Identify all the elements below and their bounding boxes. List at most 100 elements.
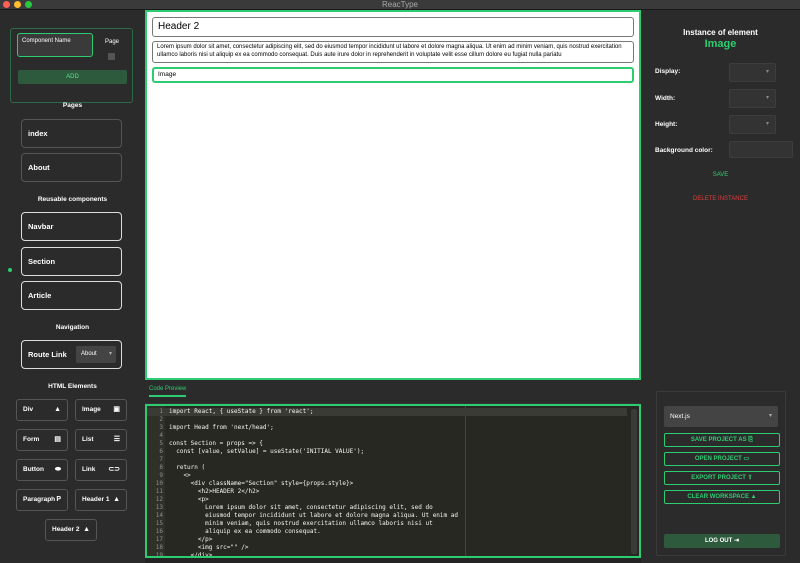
code-line: 8 return ( [147, 464, 627, 472]
code-editor[interactable]: 1 import React, { useState } from 'react'… [145, 404, 641, 558]
clear-workspace-label: CLEAR WORKSPACE [687, 494, 749, 500]
clear-workspace-button[interactable]: CLEAR WORKSPACE ▲ [664, 490, 780, 504]
line-number: 7 [159, 456, 163, 463]
line-number: 1 [159, 408, 163, 415]
code-line: 15 minim veniam, quis nostrud exercitati… [147, 520, 627, 528]
line-number: 9 [159, 472, 163, 479]
code-preview-header: Code Preview [145, 380, 641, 404]
html-element-header2[interactable]: Header 2 ▲ [45, 519, 97, 541]
logout-button[interactable]: LOG OUT ⇥ [664, 534, 780, 548]
background-color-label: Background color: [655, 147, 713, 154]
save-icon: ⎘ [748, 437, 754, 443]
export-icon: ⇪ [747, 475, 753, 481]
line-number: 14 [155, 512, 163, 519]
image-icon: ▣ [113, 406, 120, 413]
code-text: const [value, setValue] = useState('INIT… [169, 448, 365, 455]
code-line: 13 Lorem ipsum dolor sit amet, consectet… [147, 504, 627, 512]
html-element-image[interactable]: Image ▣ [75, 399, 127, 421]
canvas-area[interactable]: Header 2 Lorem ipsum dolor sit amet, con… [145, 10, 641, 380]
canvas-paragraph-element[interactable]: Lorem ipsum dolor sit amet, consectetur … [152, 41, 634, 63]
html-element-label: Header 2 [52, 526, 80, 533]
route-link-element[interactable]: Route Link About [21, 340, 122, 369]
right-panel: Instance of element Image Display: ▾ Wid… [641, 10, 800, 563]
code-text: aliquip ex ea commodo consequat. [169, 528, 321, 535]
code-text: </p> [169, 536, 213, 543]
component-item-article[interactable]: Article [21, 281, 122, 310]
code-scrollbar[interactable] [631, 409, 637, 554]
line-number: 10 [155, 480, 163, 487]
html-element-paragraph[interactable]: Paragraph P [16, 489, 68, 511]
background-color-input[interactable] [729, 141, 793, 158]
logout-icon: ⇥ [733, 538, 740, 544]
page-item-index[interactable]: index [21, 119, 122, 148]
display-select[interactable]: ▾ [729, 63, 776, 82]
instance-title: Instance of element [683, 28, 758, 37]
code-line: 12 <p> [147, 496, 627, 504]
code-line: 11 <h2>HEADER 2</h2> [147, 488, 627, 496]
component-item-navbar[interactable]: Navbar [21, 212, 122, 241]
folder-icon: ▭ [743, 456, 750, 462]
code-text: eiusmod tempor incididunt ut labore et d… [169, 512, 458, 519]
line-number: 8 [159, 464, 163, 471]
line-number: 2 [159, 416, 163, 423]
code-text: minim veniam, quis nostrud exercitation … [169, 520, 433, 527]
html-element-div[interactable]: Div ▲ [16, 399, 68, 421]
add-component-button[interactable]: ADD [18, 70, 127, 84]
chevron-down-icon: ▾ [765, 121, 769, 127]
route-link-select[interactable]: About [76, 346, 116, 363]
html-element-button[interactable]: Button ⬬ [16, 459, 68, 481]
code-line: 3 import Head from 'next/head'; [147, 424, 627, 432]
left-panel: Component Name Page ADD Pages index Abou… [0, 10, 145, 563]
line-number: 3 [159, 424, 163, 431]
page-checkbox[interactable] [108, 53, 115, 60]
code-text: <div className="Section" style={props.st… [169, 480, 354, 487]
save-instance-button[interactable]: SAVE [641, 172, 800, 178]
width-label: Width: [655, 95, 676, 102]
html-element-label: Paragraph [23, 496, 56, 503]
line-number: 19 [155, 552, 163, 558]
delete-instance-button[interactable]: DELETE INSTANCE [641, 196, 800, 202]
open-project-button[interactable]: OPEN PROJECT ▭ [664, 452, 780, 466]
display-label: Display: [655, 68, 681, 75]
save-project-as-button[interactable]: SAVE PROJECT AS ⎘ [664, 433, 780, 447]
tab-code-preview[interactable]: Code Preview [149, 386, 187, 397]
html-elements-heading: HTML Elements [48, 383, 97, 390]
form-icon: ▤ [54, 436, 61, 443]
html-element-header1[interactable]: Header 1 ▲ [75, 489, 127, 511]
html-element-list[interactable]: List ☰ [75, 429, 127, 451]
code-text: Lorem ipsum dolor sit amet, consectetur … [169, 504, 433, 511]
code-line: 16 aliquip ex ea commodo consequat. [147, 528, 627, 536]
height-input[interactable]: ▾ [729, 115, 776, 134]
page-item-about[interactable]: About [21, 153, 122, 182]
line-number: 6 [159, 448, 163, 455]
html-element-label: Button [23, 466, 44, 473]
code-line: 5 const Section = props => { [147, 440, 627, 448]
canvas-image-element[interactable]: Image [152, 67, 634, 83]
instance-element-name: Image [704, 38, 737, 50]
framework-select[interactable]: Next.js ▾ [664, 406, 778, 427]
html-element-form[interactable]: Form ▤ [16, 429, 68, 451]
width-input[interactable]: ▾ [729, 89, 776, 108]
button-icon: ⬬ [55, 466, 61, 473]
code-text: <h2>HEADER 2</h2> [169, 488, 260, 495]
html-element-label: Image [82, 406, 101, 413]
code-text: return ( [169, 464, 206, 471]
export-project-label: EXPORT PROJECT [691, 475, 746, 481]
code-text: </div> [169, 552, 213, 558]
code-text: import React, { useState } from 'react'; [169, 408, 314, 415]
framework-value: Next.js [670, 413, 690, 420]
paragraph-icon: P [56, 496, 61, 503]
html-element-link[interactable]: Link ⊂⊃ [75, 459, 127, 481]
text-icon: ▲ [54, 406, 61, 413]
export-project-button[interactable]: EXPORT PROJECT ⇪ [664, 471, 780, 485]
navigation-heading: Navigation [55, 324, 90, 331]
html-element-label: Div [23, 406, 34, 413]
canvas-header2-element[interactable]: Header 2 [152, 17, 634, 37]
route-link-label: Route Link [28, 350, 67, 359]
line-number: 17 [155, 536, 163, 543]
line-number: 11 [155, 488, 163, 495]
component-item-section[interactable]: Section [21, 247, 122, 276]
component-name-input[interactable]: Component Name [17, 33, 93, 57]
code-line: 18 <img src="" /> [147, 544, 627, 552]
line-number: 12 [155, 496, 163, 503]
